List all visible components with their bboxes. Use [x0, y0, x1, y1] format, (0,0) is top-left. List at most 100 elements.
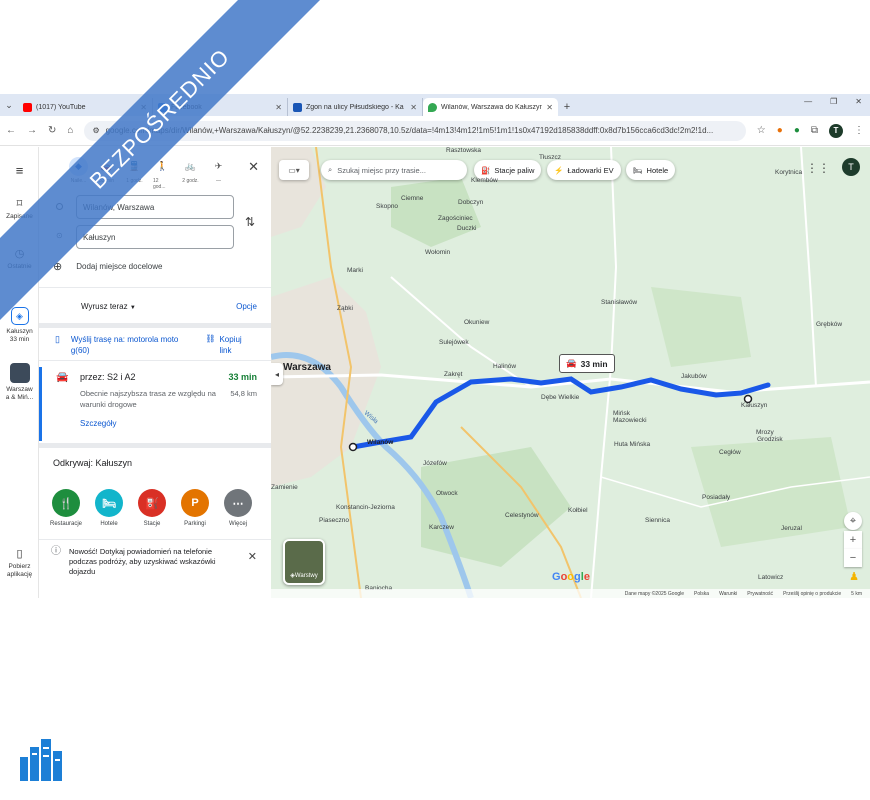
category-label: Stacje — [143, 521, 161, 527]
copy-link-button[interactable]: Kopiuj link — [219, 334, 255, 356]
place-label: Grębków — [816, 321, 843, 328]
close-tab-icon[interactable]: ✕ — [546, 103, 553, 112]
route-details-link[interactable]: Szczegóły — [80, 419, 116, 428]
place-label: Karczew — [429, 524, 454, 531]
info-icon: ⓘ — [51, 546, 61, 557]
tab-title: (1017) YouTube — [36, 103, 86, 111]
options-button[interactable]: Opcje — [236, 302, 257, 311]
restore-icon[interactable]: ❐ — [830, 97, 837, 106]
mode-label: — — [216, 178, 221, 184]
close-window-icon[interactable]: ✕ — [855, 97, 862, 106]
close-tab-icon[interactable]: ✕ — [140, 103, 147, 112]
route-distance: 54,8 km — [230, 389, 257, 398]
divider — [39, 287, 271, 288]
terms-link[interactable]: Warunki — [719, 591, 737, 597]
chip-ev-chargers[interactable]: ⚡ Ładowarki EV — [547, 160, 621, 180]
close-notification-icon[interactable]: ✕ — [248, 550, 257, 563]
chip-hotels[interactable]: 🛏 Hotele — [626, 160, 676, 180]
tab-search-chevron-icon[interactable]: ⌄ — [0, 94, 18, 116]
tab-google-maps[interactable]: Wilanów, Warszawa do Kałuszyn ✕ — [423, 98, 558, 116]
feedback-link[interactable]: Prześlij opinię o produkcie — [783, 591, 841, 597]
map-canvas[interactable]: ▭▾ ⌕ Szukaj miejsc przy trasie... ⛽ Stac… — [271, 147, 870, 598]
close-directions-icon[interactable]: ✕ — [248, 159, 259, 175]
place-label: Mińsk Mazowiecki — [613, 410, 647, 424]
explore-categories: 🍴 Restauracje 🛏 Hotele ⛽ Stacje P Parkin… — [50, 489, 253, 527]
mode-walk[interactable]: 🚶 12 god... — [153, 157, 172, 190]
tab-youtube[interactable]: (1017) YouTube ✕ — [18, 98, 153, 116]
keyboard-input-button[interactable]: ▭▾ — [279, 160, 309, 180]
mode-transit[interactable]: 🚆 1 godz. — [125, 157, 144, 190]
back-icon[interactable]: ← — [6, 125, 16, 136]
origin-marker[interactable] — [348, 442, 358, 452]
route-option[interactable]: 🚘 przez: S2 i A2 33 min Obecnie najszybs… — [39, 367, 271, 441]
ev-charger-icon: ⚡ — [554, 165, 564, 175]
attribution-text: Dane mapy ©2025 Google — [624, 590, 685, 597]
mode-label: 33 min — [98, 178, 114, 184]
category-parking[interactable]: P Parkingi — [180, 489, 210, 527]
close-tab-icon[interactable]: ✕ — [275, 103, 282, 112]
layers-button[interactable]: ◈ Warstwy — [283, 539, 325, 585]
directions-icon: ◈ — [10, 307, 29, 325]
home-icon[interactable]: ⌂ — [67, 125, 73, 136]
apps-grid-icon[interactable]: ⋮⋮ — [806, 161, 830, 175]
extension-green-icon[interactable]: ● — [794, 125, 800, 136]
zoom-out-button[interactable]: − — [844, 549, 862, 567]
maps-left-rail: ≡ ⌑ Zapisane ◷ Ostatnie ◈ Kałuszyn 33 mi… — [0, 147, 39, 598]
category-restaurants[interactable]: 🍴 Restauracje — [50, 489, 82, 527]
category-stations[interactable]: ⛽ Stacje — [137, 489, 167, 527]
origin-input[interactable]: Wilanów, Warszawa — [76, 195, 234, 219]
profile-avatar[interactable]: T — [829, 123, 843, 138]
my-location-icon[interactable]: ⌖ — [844, 512, 862, 530]
recent-button[interactable]: ◷ Ostatnie — [0, 247, 39, 270]
mode-flight[interactable]: ✈ — — [209, 157, 228, 190]
mode-bike[interactable]: 🚲 2 godz. — [181, 157, 200, 190]
tab-facebook[interactable]: Facebook ✕ — [153, 98, 288, 116]
attribution-link[interactable]: Polska — [694, 591, 709, 597]
privacy-link[interactable]: Prywatność — [747, 591, 773, 597]
tab-news[interactable]: Zgon na ulicy Piłsudskiego - Ka ✕ — [288, 98, 423, 116]
account-avatar[interactable]: T — [842, 158, 860, 176]
get-app-button[interactable]: ▯ Pobierz aplikację — [0, 547, 39, 579]
reload-icon[interactable]: ↻ — [48, 125, 56, 136]
forest-area — [391, 177, 481, 247]
place-label: Siennica — [645, 517, 670, 524]
browser-menu-icon[interactable]: ⋮ — [854, 125, 864, 136]
place-label: Kołbiel — [568, 507, 588, 514]
menu-button[interactable]: ≡ — [0, 163, 39, 178]
bookmark-icon: ⌑ — [16, 198, 23, 210]
site-info-icon[interactable]: ⚙ — [92, 126, 99, 135]
place-label: Wilanów — [367, 439, 394, 446]
extensions-puzzle-icon[interactable]: ⧉ — [811, 125, 818, 136]
route-time-badge[interactable]: 🚘 33 min — [559, 354, 615, 373]
url-text: google.com/maps/dir/Wilanów,+Warszawa/Ka… — [105, 126, 714, 135]
new-tab-button[interactable]: + — [558, 98, 576, 116]
forward-icon[interactable]: → — [27, 125, 37, 136]
mode-best[interactable]: ◆ Naile... — [69, 157, 88, 190]
zoom-in-button[interactable]: + — [844, 531, 862, 549]
current-route-button[interactable]: ◈ Kałuszyn 33 min — [0, 307, 39, 344]
mode-car[interactable]: 🚗 33 min — [97, 157, 116, 190]
add-destination-button[interactable]: ⊕ Dodaj miejsce docelowe — [53, 260, 162, 273]
destination-input[interactable]: Kałuszyn — [76, 225, 234, 249]
collapse-panel-button[interactable]: ◂ — [271, 363, 283, 385]
send-route-link[interactable]: Wyślij trasę na: motorola moto g(60) — [71, 334, 187, 356]
search-along-route[interactable]: ⌕ Szukaj miejsc przy trasie... — [321, 160, 467, 180]
extension-fox-icon[interactable]: ● — [777, 125, 783, 136]
map-attribution: Dane mapy ©2025 Google Polska Warunki Pr… — [271, 589, 870, 598]
bookmark-star-icon[interactable]: ☆ — [757, 125, 766, 136]
place-label: Rasztowska — [446, 147, 482, 154]
category-more[interactable]: ⋯ Więcej — [223, 489, 253, 527]
close-tab-icon[interactable]: ✕ — [410, 103, 417, 112]
swap-waypoints-icon[interactable]: ⇅ — [245, 215, 255, 229]
place-label: Celestynów — [505, 512, 539, 519]
category-hotels[interactable]: 🛏 Hotele — [94, 489, 124, 527]
divider — [39, 360, 271, 361]
saved-button[interactable]: ⌑ Zapisane — [0, 197, 39, 220]
street-view-pegman-icon[interactable]: ♟ — [849, 570, 859, 583]
depart-time-dropdown[interactable]: Wyrusz teraz ▼ — [81, 302, 136, 311]
url-field[interactable]: ⚙ google.com/maps/dir/Wilanów,+Warszawa/… — [84, 120, 746, 141]
get-app-label: Pobierz aplikację — [6, 563, 33, 578]
screenshot-page: ⌄ (1017) YouTube ✕ Facebook ✕ Zgon na ul… — [0, 0, 870, 800]
minimize-icon[interactable]: — — [804, 97, 812, 106]
pinned-trip-button[interactable]: Warszaw a & Miń... — [0, 363, 39, 402]
